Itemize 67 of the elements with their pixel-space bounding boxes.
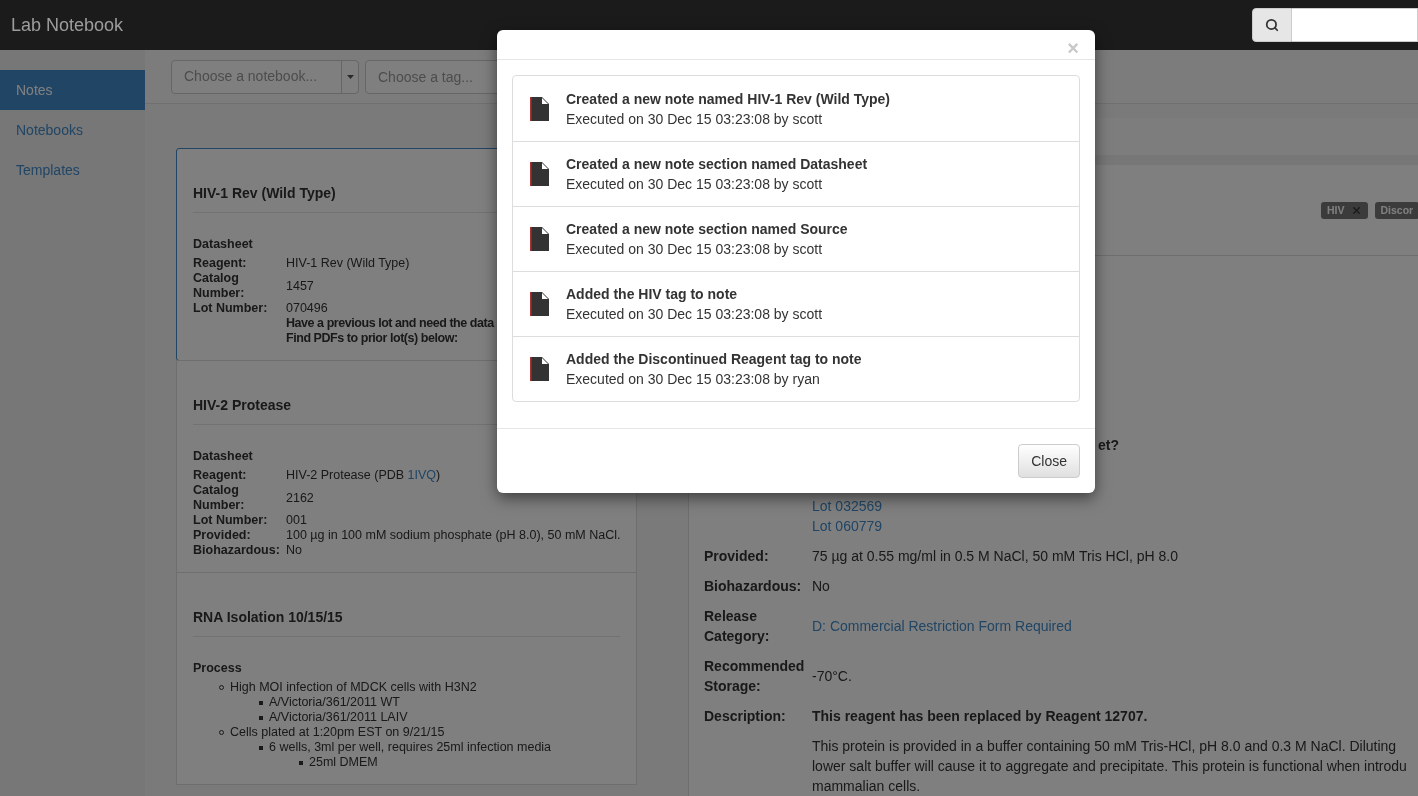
bullet-icon — [259, 700, 263, 705]
description-lead: This reagent has been replaced by Reagent 12707. — [812, 707, 1149, 726]
app-title[interactable]: Lab Notebook — [0, 11, 124, 39]
lot-link[interactable]: Lot 032569 — [812, 496, 883, 516]
document-icon — [530, 357, 549, 381]
caret-icon — [346, 74, 354, 79]
document-icon — [530, 227, 549, 251]
list-item-text: Cells plated at 1:20pm EST on 9/21/15 — [230, 725, 445, 740]
list-item-text: A/Victoria/361/2011 WT — [269, 695, 400, 710]
field-value: 1457 — [286, 278, 314, 294]
pdb-link[interactable]: 1IVQ — [407, 468, 437, 482]
datasheet-question: et? — [1097, 436, 1120, 455]
detail-value: No — [812, 577, 830, 596]
document-icon — [530, 162, 549, 186]
section-title: Process — [193, 661, 242, 676]
category-link[interactable]: D: Commercial Restriction Form Required — [812, 616, 1072, 636]
field-label: Lot Number: — [193, 301, 269, 316]
field-label: Catalog Number: — [193, 271, 246, 301]
sidebar-item[interactable]: Notebooks — [0, 110, 145, 150]
document-icon — [530, 292, 549, 316]
detail-label: Description: — [704, 707, 787, 726]
list-item-text: 25ml DMEM — [309, 755, 378, 770]
section-title: Datasheet — [193, 449, 253, 464]
field-value: 001 — [286, 513, 307, 528]
field-value: HIV-2 Protease (PDB 1IVQ) — [286, 468, 441, 483]
section-title: Datasheet — [193, 237, 253, 252]
document-icon — [530, 96, 549, 121]
list-item-text: 6 wells, 3ml per well, requires 25ml infection media — [269, 740, 552, 755]
sidebar-item[interactable]: Notes — [0, 70, 145, 110]
field-label: Lot Number: — [193, 513, 269, 528]
field-label: Reagent: — [193, 256, 248, 271]
field-value: HIV-1 Rev (Wild Type) — [286, 256, 410, 271]
field-value: No — [286, 543, 302, 558]
detail-value: 75 µg at 0.55 mg/ml in 0.5 M NaCl, 50 mM Tris HCl, pH 8.0 — [812, 547, 1178, 566]
tag-label[interactable]: HIV — [1321, 202, 1368, 219]
field-value: 2162 — [286, 490, 314, 506]
lot-link[interactable]: Lot 060779 — [812, 516, 883, 536]
detail-label: Provided: — [704, 547, 770, 566]
note-card[interactable] — [176, 572, 637, 785]
field-value: 100 µg in 100 mM sodium phosphate (pH 8.0), 50 mM NaCl. — [286, 528, 621, 543]
detail-label: Release Category: — [704, 607, 771, 646]
close-dialog-button[interactable]: Close — [1018, 444, 1080, 478]
search-icon — [1265, 18, 1279, 32]
field-label: Catalog Number: — [193, 483, 246, 513]
tag-label[interactable]: Discor — [1374, 202, 1418, 219]
field-note: Find PDFs to prior lot(s) below: — [286, 331, 459, 346]
field-note: Have a previous lot and need the data — [286, 316, 494, 331]
entry-title: Created a new note named HIV-1 Rev (Wild Type) — [566, 89, 891, 109]
field-label: Reagent: — [193, 468, 248, 483]
search-button[interactable] — [1252, 8, 1292, 42]
field-label: Provided: — [193, 528, 252, 543]
list-item-text: A/Victoria/361/2011 LAIV — [269, 710, 408, 725]
search-field[interactable] — [1292, 8, 1418, 42]
bullet-icon — [299, 760, 303, 765]
list-item-text: High MOI infection of MDCK cells with H3N2 — [230, 680, 477, 695]
description-text: This protein is provided in a buffer containing 50 mM Tris-HCl, pH 8.0 and 0.3 M NaCl. Diluting lower salt buffer will cause it to aggregate and precipitate. This protein is functional when introdu mammalian cells. — [812, 737, 1407, 796]
bullet-icon — [259, 715, 263, 720]
sidebar-item[interactable]: Templates — [0, 150, 145, 190]
detail-label: Recommended Storage: — [704, 657, 806, 696]
entry-meta: Executed on 30 Dec 15 03:23:08 by scott — [566, 109, 824, 129]
field-value: 070496 — [286, 301, 329, 316]
bullet-icon — [259, 745, 263, 750]
note-title: RNA Isolation 10/15/15 — [193, 607, 620, 637]
detail-label: Biohazardous: — [704, 577, 803, 596]
detail-value: -70°C. — [812, 667, 852, 686]
field-label: Biohazardous: — [193, 543, 281, 558]
close-button[interactable]: × — [1067, 38, 1079, 58]
